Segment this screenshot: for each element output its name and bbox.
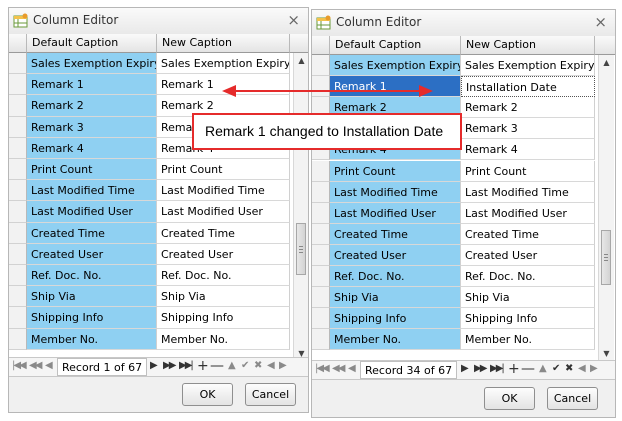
- annotation-callout: Remark 1 changed to Installation Date: [192, 113, 462, 150]
- arrow-head-right-icon: [419, 85, 433, 97]
- annotation-arrow: [222, 85, 433, 97]
- arrow-head-left-icon: [222, 85, 236, 97]
